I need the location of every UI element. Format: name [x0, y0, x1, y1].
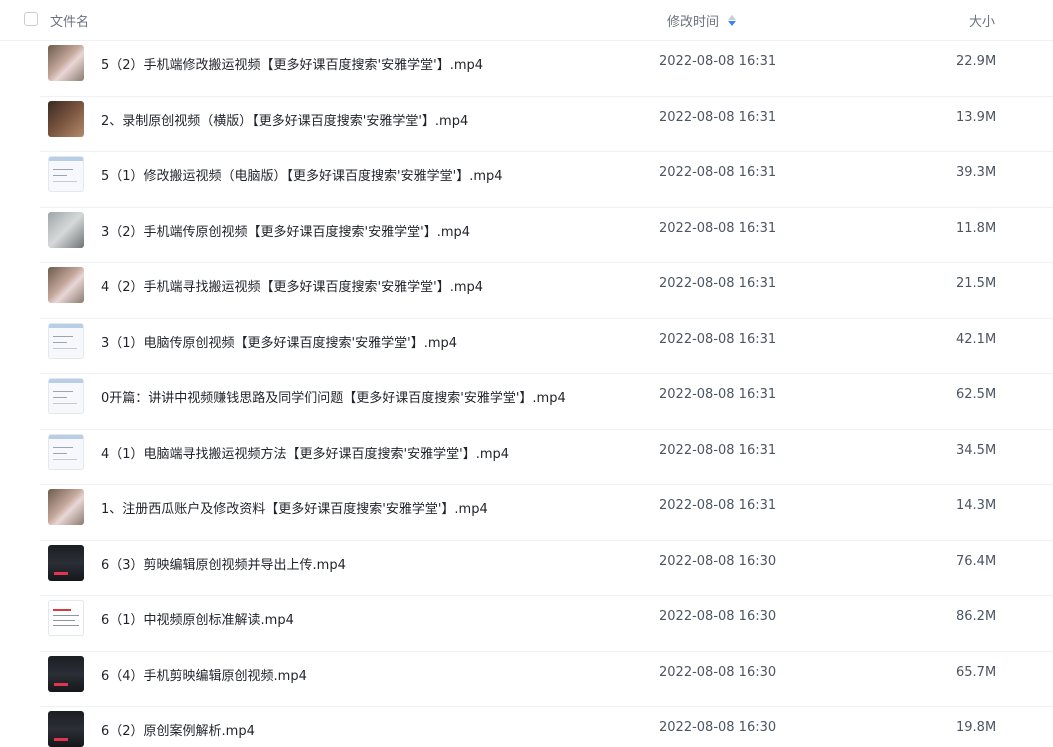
- file-row[interactable]: 4（2）手机端寻找搬运视频【更多好课百度搜索'安雅学堂'】.mp4 2022-08…: [40, 263, 1053, 319]
- file-row[interactable]: 3（2）手机端传原创视频【更多好课百度搜索'安雅学堂'】.mp4 2022-08-…: [40, 208, 1053, 263]
- video-thumbnail[interactable]: [48, 45, 84, 81]
- file-name[interactable]: 4（2）手机端寻找搬运视频【更多好课百度搜索'安雅学堂'】.mp4: [101, 276, 483, 295]
- file-name[interactable]: 1、注册西瓜账户及修改资料【更多好课百度搜索'安雅学堂'】.mp4: [101, 498, 488, 517]
- column-header-size[interactable]: 大小: [969, 11, 995, 30]
- file-name[interactable]: 0开篇：讲讲中视频赚钱思路及同学们问题【更多好课百度搜索'安雅学堂'】.mp4: [101, 387, 566, 406]
- file-row[interactable]: 0开篇：讲讲中视频赚钱思路及同学们问题【更多好课百度搜索'安雅学堂'】.mp4 2…: [40, 374, 1053, 430]
- file-modified-time: 2022-08-08 16:31: [659, 498, 777, 513]
- file-name[interactable]: 2、录制原创视频（横版）【更多好课百度搜索'安雅学堂'】.mp4: [101, 110, 468, 129]
- file-modified-time: 2022-08-08 16:30: [659, 609, 777, 624]
- file-row[interactable]: 2、录制原创视频（横版）【更多好课百度搜索'安雅学堂'】.mp4 2022-08-…: [40, 97, 1053, 152]
- file-row[interactable]: 6（2）原创案例解析.mp4 2022-08-08 16:30 19.8M: [40, 707, 1053, 747]
- file-name[interactable]: 6（3）剪映编辑原创视频并导出上传.mp4: [101, 554, 346, 573]
- file-name[interactable]: 6（1）中视频原创标准解读.mp4: [101, 609, 294, 628]
- file-row[interactable]: 4（1）电脑端寻找搬运视频方法【更多好课百度搜索'安雅学堂'】.mp4 2022-…: [40, 430, 1053, 485]
- file-modified-time: 2022-08-08 16:31: [659, 109, 777, 125]
- file-size: 11.8M: [956, 220, 997, 236]
- file-size: 19.8M: [956, 720, 997, 735]
- file-row[interactable]: 6（3）剪映编辑原创视频并导出上传.mp4 2022-08-08 16:30 76.…: [40, 541, 1053, 596]
- file-modified-time: 2022-08-08 16:31: [659, 387, 777, 402]
- file-modified-time: 2022-08-08 16:30: [659, 553, 777, 569]
- file-name[interactable]: 3（2）手机端传原创视频【更多好课百度搜索'安雅学堂'】.mp4: [101, 221, 470, 240]
- file-modified-time: 2022-08-08 16:30: [659, 664, 777, 680]
- column-header-modified-time-label: 修改时间: [667, 15, 720, 30]
- file-size: 21.5M: [956, 276, 997, 291]
- file-name[interactable]: 5（2）手机端修改搬运视频【更多好课百度搜索'安雅学堂'】.mp4: [101, 54, 483, 73]
- file-modified-time: 2022-08-08 16:31: [659, 54, 777, 69]
- video-thumbnail[interactable]: [48, 489, 84, 525]
- file-size: 42.1M: [956, 331, 997, 347]
- select-all-checkbox[interactable]: [24, 12, 38, 26]
- file-size: 76.4M: [956, 553, 997, 569]
- file-list-page: 文件名 修改时间 大小 5（2）手机端修改搬运视频【更多好课百度搜索'安雅学堂'…: [0, 0, 1053, 747]
- file-name[interactable]: 3（1）电脑传原创视频【更多好课百度搜索'安雅学堂'】.mp4: [101, 332, 457, 351]
- file-size: 34.5M: [956, 442, 997, 458]
- file-size: 65.7M: [956, 664, 997, 680]
- file-size: 22.9M: [956, 54, 997, 69]
- column-header-modified-time[interactable]: 修改时间: [667, 11, 737, 30]
- video-thumbnail[interactable]: [48, 655, 84, 692]
- file-name[interactable]: 6（4）手机剪映编辑原创视频.mp4: [101, 665, 307, 684]
- video-thumbnail[interactable]: [48, 211, 84, 248]
- file-modified-time: 2022-08-08 16:31: [659, 220, 777, 236]
- file-size: 14.3M: [956, 498, 997, 513]
- file-size: 86.2M: [956, 609, 997, 624]
- file-list: 5（2）手机端修改搬运视频【更多好课百度搜索'安雅学堂'】.mp4 2022-08…: [0, 41, 1053, 747]
- file-size: 62.5M: [956, 387, 997, 402]
- file-modified-time: 2022-08-08 16:31: [659, 442, 777, 458]
- file-modified-time: 2022-08-08 16:31: [659, 331, 777, 347]
- video-thumbnail[interactable]: [48, 156, 84, 192]
- file-name[interactable]: 6（2）原创案例解析.mp4: [101, 720, 255, 739]
- file-size: 39.3M: [956, 165, 997, 180]
- video-thumbnail[interactable]: [48, 711, 84, 747]
- column-header-name[interactable]: 文件名: [50, 11, 89, 30]
- file-row[interactable]: 6（4）手机剪映编辑原创视频.mp4 2022-08-08 16:30 65.7M: [40, 652, 1053, 707]
- video-thumbnail[interactable]: [48, 600, 84, 636]
- file-modified-time: 2022-08-08 16:30: [659, 720, 777, 735]
- sort-icon[interactable]: [727, 14, 737, 27]
- video-thumbnail[interactable]: [48, 322, 84, 359]
- video-thumbnail[interactable]: [48, 544, 84, 581]
- file-size: 13.9M: [956, 109, 997, 125]
- file-row[interactable]: 5（1）修改搬运视频（电脑版）【更多好课百度搜索'安雅学堂'】.mp4 2022-…: [40, 152, 1053, 208]
- video-thumbnail[interactable]: [48, 378, 84, 414]
- file-modified-time: 2022-08-08 16:31: [659, 276, 777, 291]
- file-name[interactable]: 5（1）修改搬运视频（电脑版）【更多好课百度搜索'安雅学堂'】.mp4: [101, 165, 503, 184]
- file-row[interactable]: 3（1）电脑传原创视频【更多好课百度搜索'安雅学堂'】.mp4 2022-08-0…: [40, 319, 1053, 374]
- video-thumbnail[interactable]: [48, 433, 84, 470]
- file-row[interactable]: 1、注册西瓜账户及修改资料【更多好课百度搜索'安雅学堂'】.mp4 2022-08…: [40, 485, 1053, 541]
- file-list-header: 文件名 修改时间 大小: [0, 0, 1053, 41]
- video-thumbnail[interactable]: [48, 100, 84, 137]
- file-row[interactable]: 5（2）手机端修改搬运视频【更多好课百度搜索'安雅学堂'】.mp4 2022-08…: [40, 41, 1053, 97]
- file-row[interactable]: 6（1）中视频原创标准解读.mp4 2022-08-08 16:30 86.2M: [40, 596, 1053, 652]
- file-modified-time: 2022-08-08 16:31: [659, 165, 777, 180]
- file-name[interactable]: 4（1）电脑端寻找搬运视频方法【更多好课百度搜索'安雅学堂'】.mp4: [101, 443, 509, 462]
- video-thumbnail[interactable]: [48, 267, 84, 303]
